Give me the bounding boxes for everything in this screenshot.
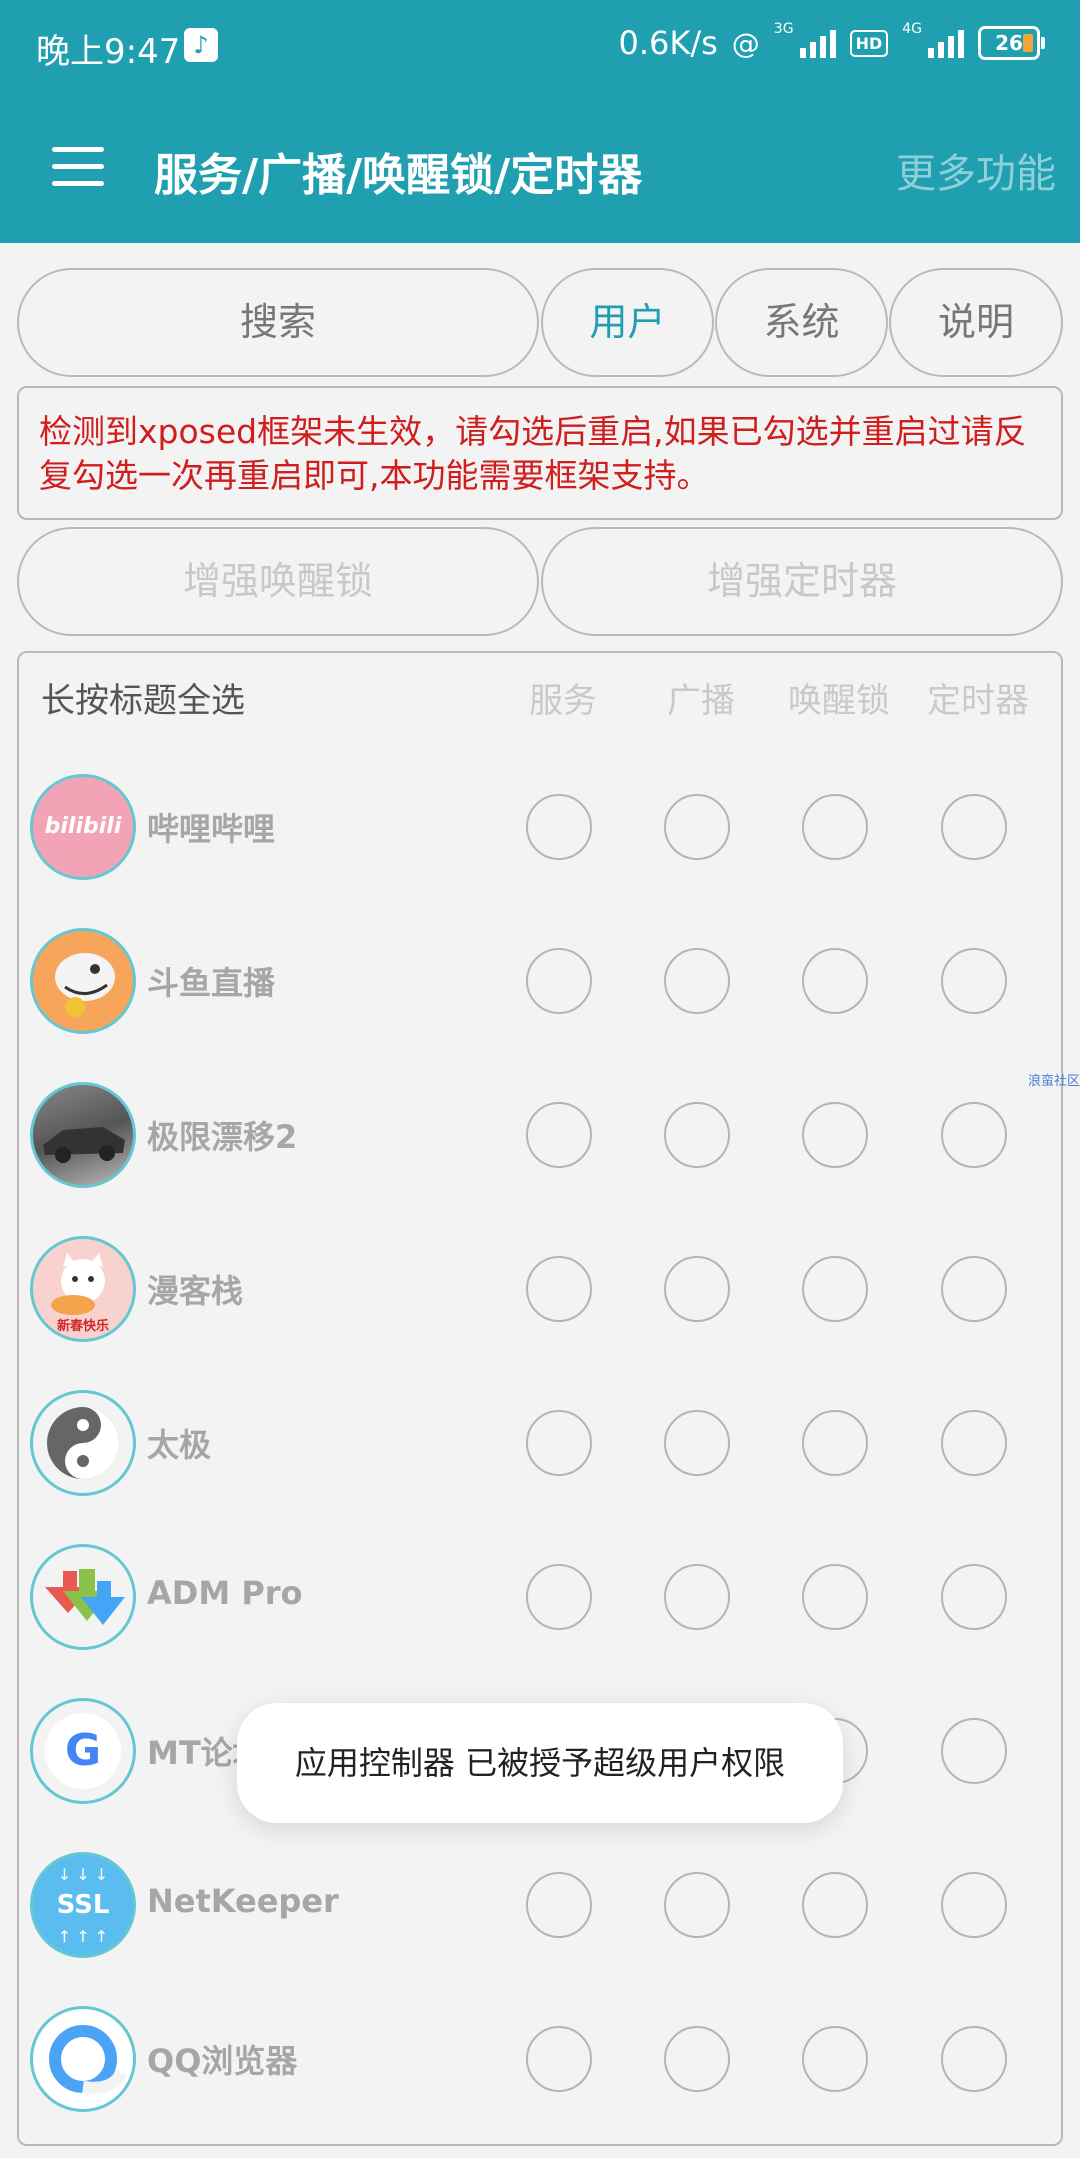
hd-icon: HD <box>849 29 889 57</box>
app-name: 哔哩哔哩 <box>147 810 276 848</box>
broadcast-checkbox[interactable] <box>664 1410 730 1476</box>
column-header-timer[interactable]: 定时器 <box>908 673 1048 722</box>
wakelock-checkbox[interactable] <box>802 794 868 860</box>
enhance-wakelock-button[interactable]: 增强唤醒锁 <box>17 527 539 636</box>
network-type-label-2: 4G <box>902 21 922 37</box>
cat-icon: 新春快乐 <box>30 1236 136 1342</box>
timer-checkbox[interactable] <box>941 1872 1007 1938</box>
select-all-hint[interactable]: 长按标题全选 <box>41 673 245 722</box>
service-checkbox[interactable] <box>526 794 592 860</box>
timer-checkbox[interactable] <box>941 948 1007 1014</box>
wakelock-checkbox[interactable] <box>802 1564 868 1630</box>
timer-checkbox[interactable] <box>941 2026 1007 2092</box>
app-name: 极限漂移2 <box>147 1118 298 1156</box>
yin-yang-icon <box>30 1390 136 1496</box>
ssl-icon: ↓ ↓ ↓ SSL ↑ ↑ ↑ <box>30 1852 136 1958</box>
app-bar: 服务/广播/唤醒锁/定时器 更多功能 <box>0 95 1080 243</box>
broadcast-checkbox[interactable] <box>664 1256 730 1322</box>
column-header-wakelock[interactable]: 唤醒锁 <box>769 673 909 722</box>
service-checkbox[interactable] <box>526 1564 592 1630</box>
tab-system[interactable]: 系统 <box>715 268 888 377</box>
service-checkbox[interactable] <box>526 1256 592 1322</box>
list-item: 新春快乐 漫客栈 <box>19 1216 1061 1370</box>
car-drift-icon <box>30 1082 136 1188</box>
toast-message: 应用控制器 已被授予超级用户权限 <box>237 1703 843 1823</box>
battery-level: 26 <box>995 31 1023 55</box>
signal-icon-2 <box>928 28 964 58</box>
wakelock-checkbox[interactable] <box>802 948 868 1014</box>
timer-checkbox[interactable] <box>941 794 1007 860</box>
network-speed: 0.6K/s <box>618 24 718 62</box>
list-item: ↓ ↓ ↓ SSL ↑ ↑ ↑ NetKeeper <box>19 1832 1061 1986</box>
service-checkbox[interactable] <box>526 1872 592 1938</box>
list-item: QQ浏览器 <box>19 1986 1061 2140</box>
app-name: ADM Pro <box>147 1574 303 1612</box>
wakelock-checkbox[interactable] <box>802 1872 868 1938</box>
service-checkbox[interactable] <box>526 948 592 1014</box>
watermark: 浪蛮社区 <box>1027 1074 1080 1089</box>
status-icons: 0.6K/s @ 3G HD 4G 26 <box>618 21 1045 62</box>
search-input[interactable]: 搜索 <box>17 268 539 377</box>
service-checkbox[interactable] <box>526 1410 592 1476</box>
timer-checkbox[interactable] <box>941 1102 1007 1168</box>
google-g-icon: G <box>30 1698 136 1804</box>
douyu-icon <box>30 928 136 1034</box>
wakelock-checkbox[interactable] <box>802 1410 868 1476</box>
timer-checkbox[interactable] <box>941 1564 1007 1630</box>
column-header-broadcast[interactable]: 广播 <box>631 673 771 722</box>
broadcast-checkbox[interactable] <box>664 1102 730 1168</box>
broadcast-checkbox[interactable] <box>664 2026 730 2092</box>
download-arrows-icon <box>30 1544 136 1650</box>
at-sign-icon: @ <box>731 26 760 60</box>
battery-icon: 26 <box>978 26 1045 60</box>
signal-icon <box>799 28 836 58</box>
list-item: bilibili 哔哩哔哩 <box>19 754 1061 908</box>
hamburger-menu-icon[interactable] <box>52 147 104 187</box>
page-title: 服务/广播/唤醒锁/定时器 <box>154 150 643 201</box>
xposed-warning: 检测到xposed框架未生效，请勾选后重启,如果已勾选并重启过请反复勾选一次再重… <box>17 386 1063 520</box>
clock: 晚上9:47 <box>36 32 181 72</box>
service-checkbox[interactable] <box>526 1102 592 1168</box>
app-name: 太极 <box>147 1426 212 1464</box>
tab-user[interactable]: 用户 <box>541 268 714 377</box>
qq-browser-icon <box>30 2006 136 2112</box>
app-name: NetKeeper <box>147 1882 339 1920</box>
wakelock-checkbox[interactable] <box>802 1102 868 1168</box>
tab-help[interactable]: 说明 <box>889 268 1063 377</box>
tiktok-notification-icon: ♪ <box>184 28 218 62</box>
service-checkbox[interactable] <box>526 2026 592 2092</box>
app-name: QQ浏览器 <box>147 2042 298 2080</box>
column-header-service[interactable]: 服务 <box>493 673 633 722</box>
bilibili-icon: bilibili <box>30 774 136 880</box>
list-item: 斗鱼直播 <box>19 908 1061 1062</box>
status-bar: 晚上9:47 ♪ 0.6K/s @ 3G HD 4G 26 <box>0 0 1080 95</box>
broadcast-checkbox[interactable] <box>664 794 730 860</box>
network-type-label: 3G <box>773 21 794 37</box>
app-name: 斗鱼直播 <box>147 964 276 1002</box>
list-item: 极限漂移2 <box>19 1062 1061 1216</box>
enhance-timer-button[interactable]: 增强定时器 <box>541 527 1063 636</box>
timer-checkbox[interactable] <box>941 1410 1007 1476</box>
broadcast-checkbox[interactable] <box>664 948 730 1014</box>
list-item: ADM Pro <box>19 1524 1061 1678</box>
list-item: 太极 <box>19 1370 1061 1524</box>
wakelock-checkbox[interactable] <box>802 1256 868 1322</box>
app-name: 漫客栈 <box>147 1272 244 1310</box>
broadcast-checkbox[interactable] <box>664 1872 730 1938</box>
timer-checkbox[interactable] <box>941 1256 1007 1322</box>
wakelock-checkbox[interactable] <box>802 2026 868 2092</box>
timer-checkbox[interactable] <box>941 1718 1007 1784</box>
more-functions-button[interactable]: 更多功能 <box>896 141 1056 199</box>
broadcast-checkbox[interactable] <box>664 1564 730 1630</box>
app-list-panel: 长按标题全选 服务 广播 唤醒锁 定时器 bilibili 哔哩哔哩 斗鱼直播 … <box>17 651 1063 2146</box>
